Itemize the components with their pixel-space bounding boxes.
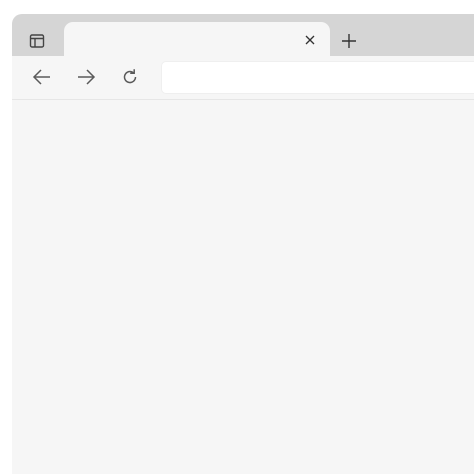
tab-actions-button[interactable] [22,30,52,52]
navigation-toolbar [12,56,474,100]
new-tab-button[interactable] [336,28,362,54]
tab-active[interactable] [64,22,330,58]
browser-window [12,14,474,474]
refresh-icon [121,68,139,86]
tab-close-button[interactable] [300,30,320,50]
arrow-left-icon [32,69,52,85]
page-content [12,100,474,474]
forward-button[interactable] [72,64,100,90]
address-bar[interactable] [161,61,474,94]
tab-actions-icon [29,33,45,49]
back-button[interactable] [28,64,56,90]
arrow-right-icon [76,69,96,85]
reload-button[interactable] [116,64,144,90]
close-icon [304,34,316,46]
plus-icon [341,33,357,49]
tab-strip [12,14,474,58]
